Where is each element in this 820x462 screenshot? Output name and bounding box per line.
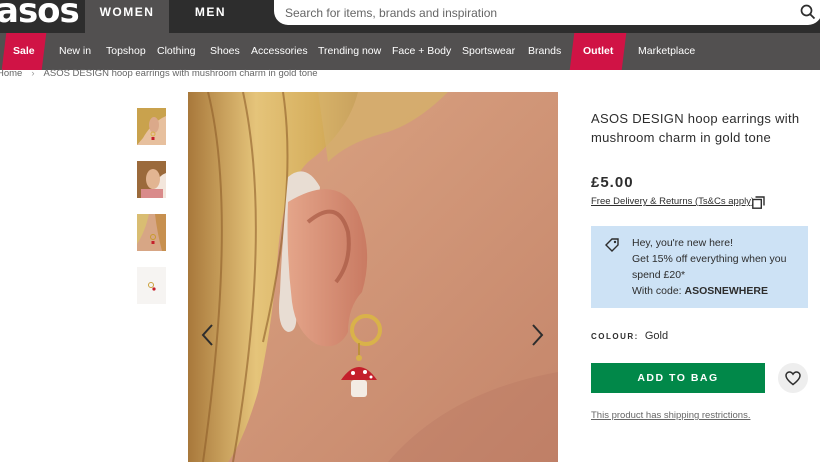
chevron-right-icon[interactable] xyxy=(528,322,546,348)
nav-item-accessories[interactable]: Accessories xyxy=(251,33,308,70)
promo-text: Hey, you're new here! Get 15% off everyt… xyxy=(632,235,787,299)
promo-line-2: Get 15% off everything when you xyxy=(632,253,787,265)
tab-men[interactable]: MEN xyxy=(169,0,252,33)
nav-item-sportswear[interactable]: Sportswear xyxy=(462,33,515,70)
search-input[interactable] xyxy=(285,0,765,25)
promo-line-3: spend £20* xyxy=(632,269,686,281)
add-to-bag-button[interactable]: ADD TO BAG xyxy=(591,363,765,393)
colour-row: COLOUR: Gold xyxy=(591,330,668,342)
breadcrumb: Home › ASOS DESIGN hoop earrings with mush… xyxy=(0,68,318,79)
copy-icon[interactable] xyxy=(752,196,765,209)
promo-line-1: Hey, you're new here! xyxy=(632,237,734,249)
nav-item-clothing[interactable]: Clothing xyxy=(157,33,196,70)
nav-item-topshop[interactable]: Topshop xyxy=(106,33,146,70)
search-bar xyxy=(274,0,820,25)
nav-item-trending-now[interactable]: Trending now xyxy=(318,33,381,70)
thumbnail-3[interactable] xyxy=(137,214,166,251)
delivery-returns-link[interactable]: Free Delivery & Returns (Ts&Cs apply) xyxy=(591,196,754,207)
nav-item-brands[interactable]: Brands xyxy=(528,33,561,70)
breadcrumb-separator: › xyxy=(31,68,35,79)
breadcrumb-home[interactable]: Home xyxy=(0,68,22,79)
tab-women[interactable]: WOMEN xyxy=(85,0,169,33)
thumbnail-2[interactable] xyxy=(137,161,166,198)
nav-item-face-body[interactable]: Face + Body xyxy=(392,33,451,70)
heart-icon xyxy=(785,371,801,386)
promo-code: ASOSNEWHERE xyxy=(684,285,768,297)
top-header: asos WOMEN MEN xyxy=(0,0,820,33)
nav-item-shoes[interactable]: Shoes xyxy=(210,33,240,70)
nav-item-new-in[interactable]: New in xyxy=(59,33,91,70)
promo-code-line: With code: ASOSNEWHERE xyxy=(632,283,787,299)
asos-logo[interactable]: asos xyxy=(0,0,80,28)
product-price: £5.00 xyxy=(591,174,634,191)
breadcrumb-current: ASOS DESIGN hoop earrings with mushroom … xyxy=(43,68,318,79)
save-for-later-button[interactable] xyxy=(778,363,808,393)
shipping-restrictions-link[interactable]: This product has shipping restrictions. xyxy=(591,410,750,421)
colour-value: Gold xyxy=(644,330,669,342)
thumbnail-1[interactable] xyxy=(137,108,166,145)
chevron-left-icon[interactable] xyxy=(199,322,217,348)
main-product-image xyxy=(188,92,558,462)
category-nav: Sale New in Topshop Clothing Shoes Acces… xyxy=(0,33,820,70)
nav-item-marketplace[interactable]: Marketplace xyxy=(638,33,695,70)
search-icon[interactable] xyxy=(800,4,816,20)
product-title: ASOS DESIGN hoop earrings with mushroom … xyxy=(591,111,800,145)
tag-icon xyxy=(605,238,619,252)
colour-label: COLOUR: xyxy=(591,332,639,341)
nav-item-outlet[interactable]: Outlet xyxy=(569,33,627,70)
promo-banner: Hey, you're new here! Get 15% off everyt… xyxy=(591,226,808,308)
promo-code-label: With code: xyxy=(632,285,685,297)
thumbnail-4[interactable] xyxy=(137,267,166,304)
nav-item-sale[interactable]: Sale xyxy=(1,33,47,70)
